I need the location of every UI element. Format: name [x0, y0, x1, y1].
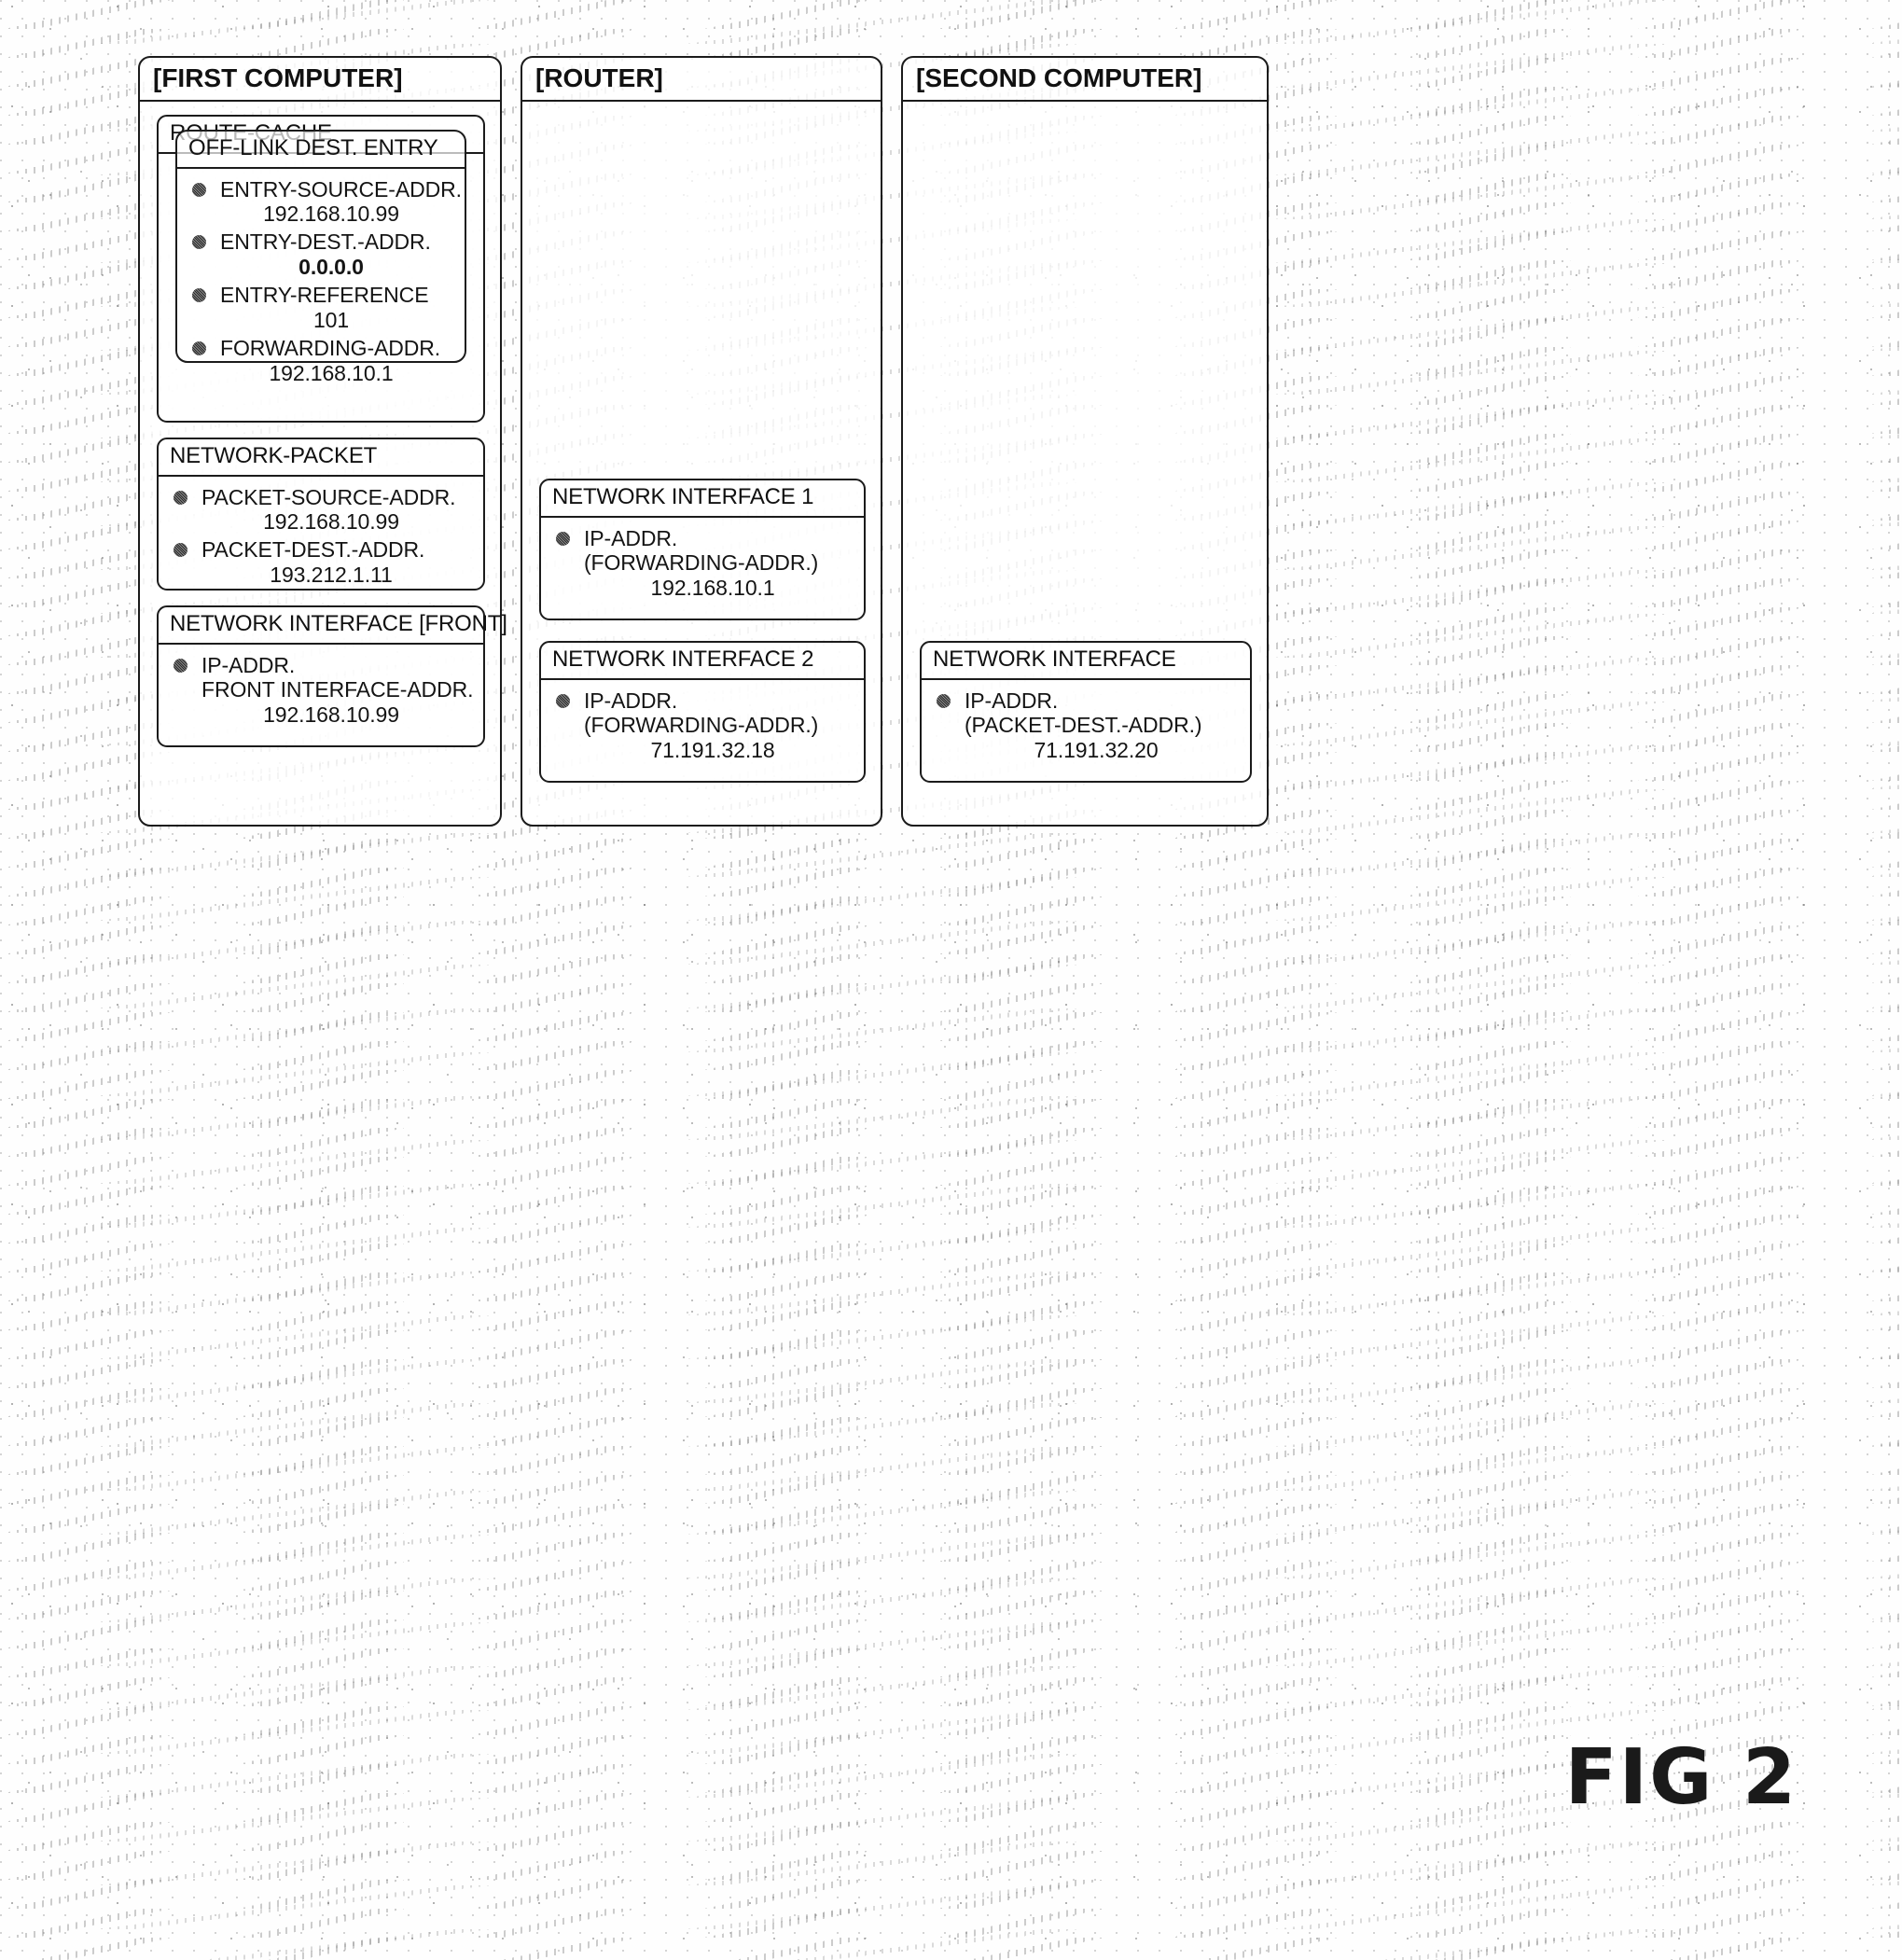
attribute-row: FORWARDING-ADDR. 192.168.10.1 [188, 336, 457, 386]
attribute-label: PACKET-DEST.-ADDR. [201, 537, 425, 563]
attribute-value: 192.168.10.1 [650, 576, 775, 601]
network-interface-front-attributes: IP-ADDR. FRONT INTERFACE-ADDR. 192.168.1… [159, 645, 483, 738]
attribute-label: PACKET-SOURCE-ADDR. [201, 484, 456, 509]
network-interface-2-title: NETWORK INTERFACE 2 [541, 643, 864, 680]
attribute-row: IP-ADDR. FRONT INTERFACE-ADDR. 192.168.1… [170, 653, 476, 729]
bullet-icon [174, 543, 187, 558]
attribute-sublabel: (FORWARDING-ADDR.) [584, 713, 819, 738]
attribute-value: 71.191.32.18 [650, 738, 775, 763]
attribute-value: 193.212.1.11 [270, 563, 393, 588]
bullet-icon [937, 693, 951, 708]
first-computer-title: [FIRST COMPUTER] [140, 58, 500, 103]
off-link-dest-entry-title: OFF-LINK DEST. ENTRY [177, 132, 465, 169]
attribute-value: 192.168.10.99 [263, 702, 399, 728]
figure-label: FIG 2 [1564, 1733, 1798, 1822]
attribute-value: 101 [312, 308, 350, 333]
bullet-icon [556, 531, 570, 546]
second-computer-title: [SECOND COMPUTER] [903, 58, 1267, 103]
network-interface-title: NETWORK INTERFACE [922, 643, 1250, 680]
network-interface-2-card: NETWORK INTERFACE 2 IP-ADDR. (FORWARDING… [539, 641, 866, 784]
bullet-icon [192, 341, 206, 356]
network-interface-front-title: NETWORK INTERFACE [FRONT] [159, 607, 507, 645]
attribute-row: PACKET-DEST.-ADDR. 193.212.1.11 [170, 537, 476, 588]
attribute-label: ENTRY-SOURCE-ADDR. [220, 176, 462, 202]
network-interface-card: NETWORK INTERFACE IP-ADDR. (PACKET-DEST.… [920, 641, 1252, 784]
attribute-value: 71.191.32.20 [1034, 738, 1159, 763]
attribute-row: ENTRY-DEST.-ADDR. 0.0.0.0 [188, 229, 457, 280]
attribute-sublabel: FRONT INTERFACE-ADDR. [201, 677, 474, 702]
network-packet-card: NETWORK-PACKET PACKET-SOURCE-ADDR. 192.1… [157, 438, 485, 591]
network-interface-1-title: NETWORK INTERFACE 1 [541, 480, 864, 518]
bullet-icon [174, 490, 187, 505]
network-interface-front-card: NETWORK INTERFACE [FRONT] IP-ADDR. FRONT… [157, 605, 507, 748]
attribute-label: IP-ADDR. [584, 688, 678, 713]
attribute-value: 192.168.10.99 [263, 509, 399, 535]
off-link-dest-entry-card: OFF-LINK DEST. ENTRY ENTRY-SOURCE-ADDR. … [175, 130, 466, 385]
attribute-row: IP-ADDR. (PACKET-DEST.-ADDR.) 71.191.32.… [933, 688, 1243, 764]
attribute-label: IP-ADDR. [201, 652, 296, 677]
attribute-sublabel: (PACKET-DEST.-ADDR.) [965, 713, 1202, 738]
attribute-label: ENTRY-REFERENCE [220, 283, 429, 308]
attribute-label: IP-ADDR. [965, 688, 1059, 713]
attribute-row: ENTRY-REFERENCE 101 [188, 283, 457, 333]
bullet-icon [192, 182, 206, 197]
network-interface-1-card: NETWORK INTERFACE 1 IP-ADDR. (FORWARDING… [539, 479, 866, 621]
figure-page: [FIRST COMPUTER] ROUTE-CACHE OFF-LINK DE… [0, 0, 1902, 1960]
network-interface-2-attributes: IP-ADDR. (FORWARDING-ADDR.) 71.191.32.18 [541, 680, 864, 773]
second-computer-panel: [SECOND COMPUTER] NETWORK INTERFACE IP-A… [901, 56, 1269, 827]
network-interface-attributes: IP-ADDR. (PACKET-DEST.-ADDR.) 71.191.32.… [922, 680, 1250, 773]
attribute-value: 0.0.0.0 [298, 255, 364, 280]
network-packet-title: NETWORK-PACKET [159, 439, 483, 477]
bullet-icon [556, 693, 570, 708]
attribute-value: 192.168.10.1 [269, 360, 394, 385]
router-title: [ROUTER] [522, 58, 881, 103]
attribute-row: IP-ADDR. (FORWARDING-ADDR.) 71.191.32.18 [552, 688, 856, 764]
attribute-label: FORWARDING-ADDR. [220, 336, 441, 361]
network-interface-1-attributes: IP-ADDR. (FORWARDING-ADDR.) 192.168.10.1 [541, 518, 864, 611]
bullet-icon [192, 235, 206, 250]
bullet-icon [174, 658, 187, 673]
off-link-dest-entry-attributes: ENTRY-SOURCE-ADDR. 192.168.10.99 ENTRY-D… [177, 169, 465, 396]
first-computer-panel: [FIRST COMPUTER] ROUTE-CACHE OFF-LINK DE… [138, 56, 507, 827]
attribute-row: IP-ADDR. (FORWARDING-ADDR.) 192.168.10.1 [552, 526, 856, 602]
network-packet-attributes: PACKET-SOURCE-ADDR. 192.168.10.99 PACKET… [159, 477, 483, 598]
attribute-row: PACKET-SOURCE-ADDR. 192.168.10.99 [170, 485, 476, 535]
attribute-label: ENTRY-DEST.-ADDR. [220, 229, 431, 255]
attribute-row: ENTRY-SOURCE-ADDR. 192.168.10.99 [188, 176, 462, 228]
route-cache-card: ROUTE-CACHE OFF-LINK DEST. ENTRY ENTRY-S… [157, 115, 485, 424]
router-panel: [ROUTER] NETWORK INTERFACE 1 IP-ADDR. (F… [521, 56, 882, 827]
attribute-sublabel: (FORWARDING-ADDR.) [584, 550, 819, 576]
bullet-icon [192, 288, 206, 303]
attribute-value: 192.168.10.99 [263, 202, 399, 227]
attribute-label: IP-ADDR. [584, 525, 678, 550]
